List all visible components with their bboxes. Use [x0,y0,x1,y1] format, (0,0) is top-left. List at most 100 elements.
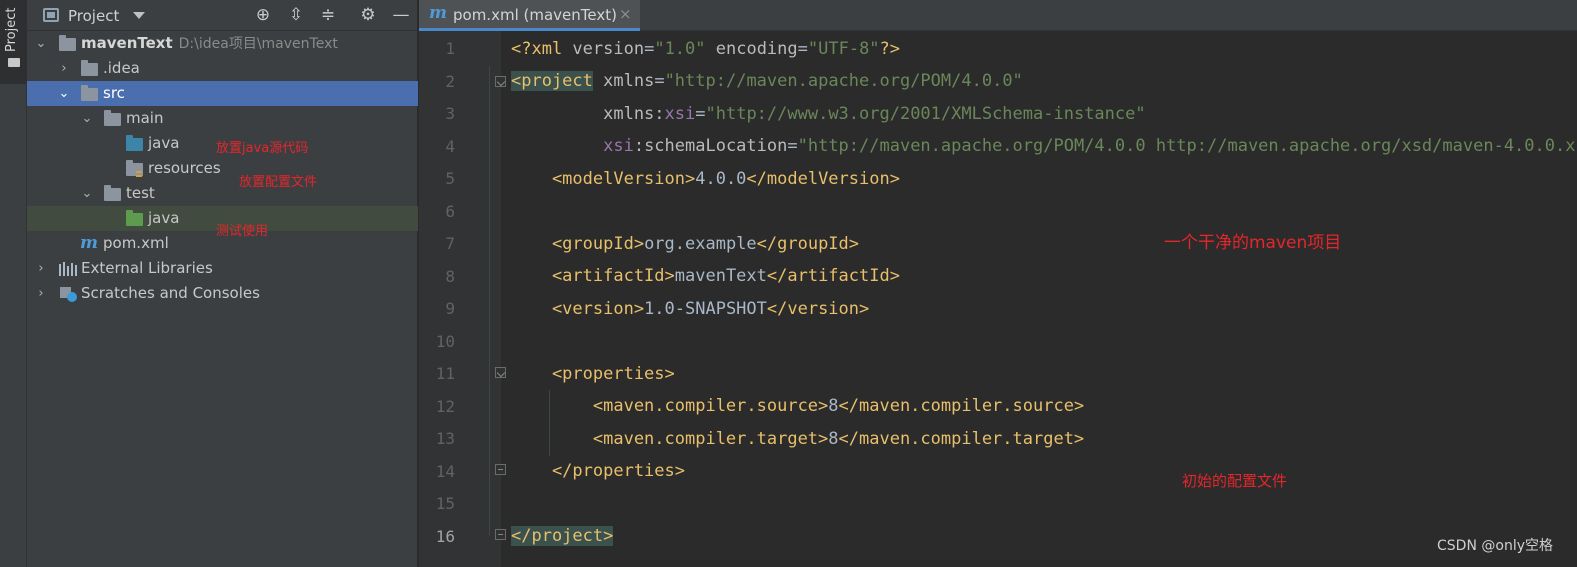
code-content[interactable]: <?xml version="1.0" encoding="UTF-8"?> <… [511,31,1577,567]
tree-item-label: resources [148,159,221,177]
fold-toggle-icon[interactable] [495,76,506,87]
annotation-resources: 放置配置文件 [239,175,318,190]
tree-item-label: java [148,134,180,152]
tree-item-label: pom.xml [103,234,169,252]
tree-item-main[interactable]: ⌄ main [27,106,418,131]
tab-label: pom.xml (mavenText) [453,6,617,24]
project-panel-header: Project ⊕ ⇳ ≑ ⚙ — [27,0,418,31]
tab-pom-xml[interactable]: m pom.xml (mavenText) × [419,0,640,31]
code-line-3: xmlns:xsi="http://www.w3.org/2001/XMLSch… [511,104,1146,124]
code-line-7: <groupId>org.example</groupId> [511,234,860,254]
line-number: 5 [445,169,455,188]
code-line-11: <properties> [511,364,675,384]
project-panel-title[interactable]: Project [68,7,119,25]
annotation-initial-config: 初始的配置文件 [1182,472,1288,490]
line-number: 15 [435,494,455,513]
view-dropdown-icon[interactable] [133,12,145,19]
code-line-14: </properties> [511,461,685,481]
line-number-current: 16 [435,527,455,546]
chevron-down-icon[interactable]: ⌄ [35,31,47,56]
chevron-right-icon[interactable]: › [35,256,47,281]
tree-item-label: mavenText [81,34,173,52]
code-line-1: <?xml version="1.0" encoding="UTF-8"?> [511,39,901,59]
maven-icon: m [429,3,447,23]
line-number: 12 [435,397,455,416]
annotation-clean-project: 一个干净的maven项目 [1164,233,1342,253]
tree-item-scratches[interactable]: › Scratches and Consoles [27,281,418,306]
tree-item-idea[interactable]: › .idea [27,56,418,81]
tree-item-label: test [126,184,155,202]
project-panel: Project ⊕ ⇳ ≑ ⚙ — ⌄ mavenText D:\idea项目\m… [27,0,418,567]
code-editor: m pom.xml (mavenText) × 1 2 3 4 5 6 7 8 … [419,0,1577,567]
tree-item-maventext[interactable]: ⌄ mavenText D:\idea项目\mavenText [27,31,418,56]
folder-icon [81,85,98,101]
indent-guide [489,66,490,536]
line-number: 14 [435,462,455,481]
tree-item-label: External Libraries [81,259,213,277]
annotation-java-source: 放置java源代码 [216,141,309,156]
chevron-right-icon[interactable]: › [35,281,47,306]
line-number: 6 [445,202,455,221]
code-line-5: <modelVersion>4.0.0</modelVersion> [511,169,900,189]
folder-icon [104,185,121,201]
line-number: 11 [435,364,455,383]
tree-item-label: src [103,84,125,102]
project-tool-tab-label: Project [4,7,19,52]
tree-item-resources[interactable]: resources [27,156,418,181]
tree-item-label: java [148,209,180,227]
locate-file-icon[interactable]: ⊕ [253,5,273,25]
fold-toggle-icon[interactable] [495,367,506,378]
code-line-16: </project> [511,526,614,546]
scratch-icon [60,287,77,302]
line-number: 1 [445,39,455,58]
line-number: 3 [445,104,455,123]
chevron-down-icon[interactable]: ⌄ [81,181,93,206]
tree-item-label: main [126,109,164,127]
close-icon[interactable]: × [619,5,632,23]
folder-icon [8,58,20,67]
chevron-down-icon[interactable]: ⌄ [58,81,70,106]
maven-icon: m [80,233,98,253]
code-line-9: <version>1.0-SNAPSHOT</version> [511,299,870,319]
tree-item-external-libraries[interactable]: › External Libraries [27,256,418,281]
code-line-2: <project xmlns="http://maven.apache.org/… [511,71,1023,91]
gear-icon[interactable]: ⚙ [358,5,378,25]
code-line-4: xsi:schemaLocation="http://maven.apache.… [511,136,1577,156]
chevron-right-icon[interactable]: › [58,56,70,81]
expand-all-icon[interactable]: ⇳ [286,5,306,25]
fold-end-icon[interactable] [495,464,506,475]
module-folder-icon [59,35,76,51]
watermark: CSDN @only空格 [1437,538,1553,554]
line-number: 10 [435,332,455,351]
tree-item-label: .idea [103,59,140,77]
tree-item-src[interactable]: ⌄ src [27,81,418,106]
line-number: 13 [435,429,455,448]
code-line-8: <artifactId>mavenText</artifactId> [511,266,900,286]
annotation-test: 测试使用 [216,224,269,239]
line-number: 4 [445,137,455,156]
resources-marker-icon [136,171,142,177]
hide-panel-icon[interactable]: — [391,5,411,25]
line-number: 9 [445,299,455,318]
source-folder-icon [126,135,143,151]
line-number: 7 [445,234,455,253]
line-number: 2 [445,72,455,91]
project-tool-tab[interactable]: Project [0,0,27,84]
chevron-down-icon[interactable]: ⌄ [81,106,93,131]
code-line-13: <maven.compiler.target>8</maven.compiler… [511,429,1085,449]
tree-item-path: D:\idea项目\mavenText [178,36,338,52]
code-line-12: <maven.compiler.source>8</maven.compiler… [511,396,1085,416]
folder-icon [81,60,98,76]
folder-icon [104,110,121,126]
test-folder-icon [126,210,143,226]
tree-item-label: Scratches and Consoles [81,284,260,302]
fold-end-icon[interactable] [495,529,506,540]
editor-tab-bar: m pom.xml (mavenText) × [419,0,1577,31]
line-number: 8 [445,267,455,286]
library-icon [59,262,77,276]
collapse-all-icon[interactable]: ≑ [318,5,338,25]
tree-item-test[interactable]: ⌄ test [27,181,418,206]
